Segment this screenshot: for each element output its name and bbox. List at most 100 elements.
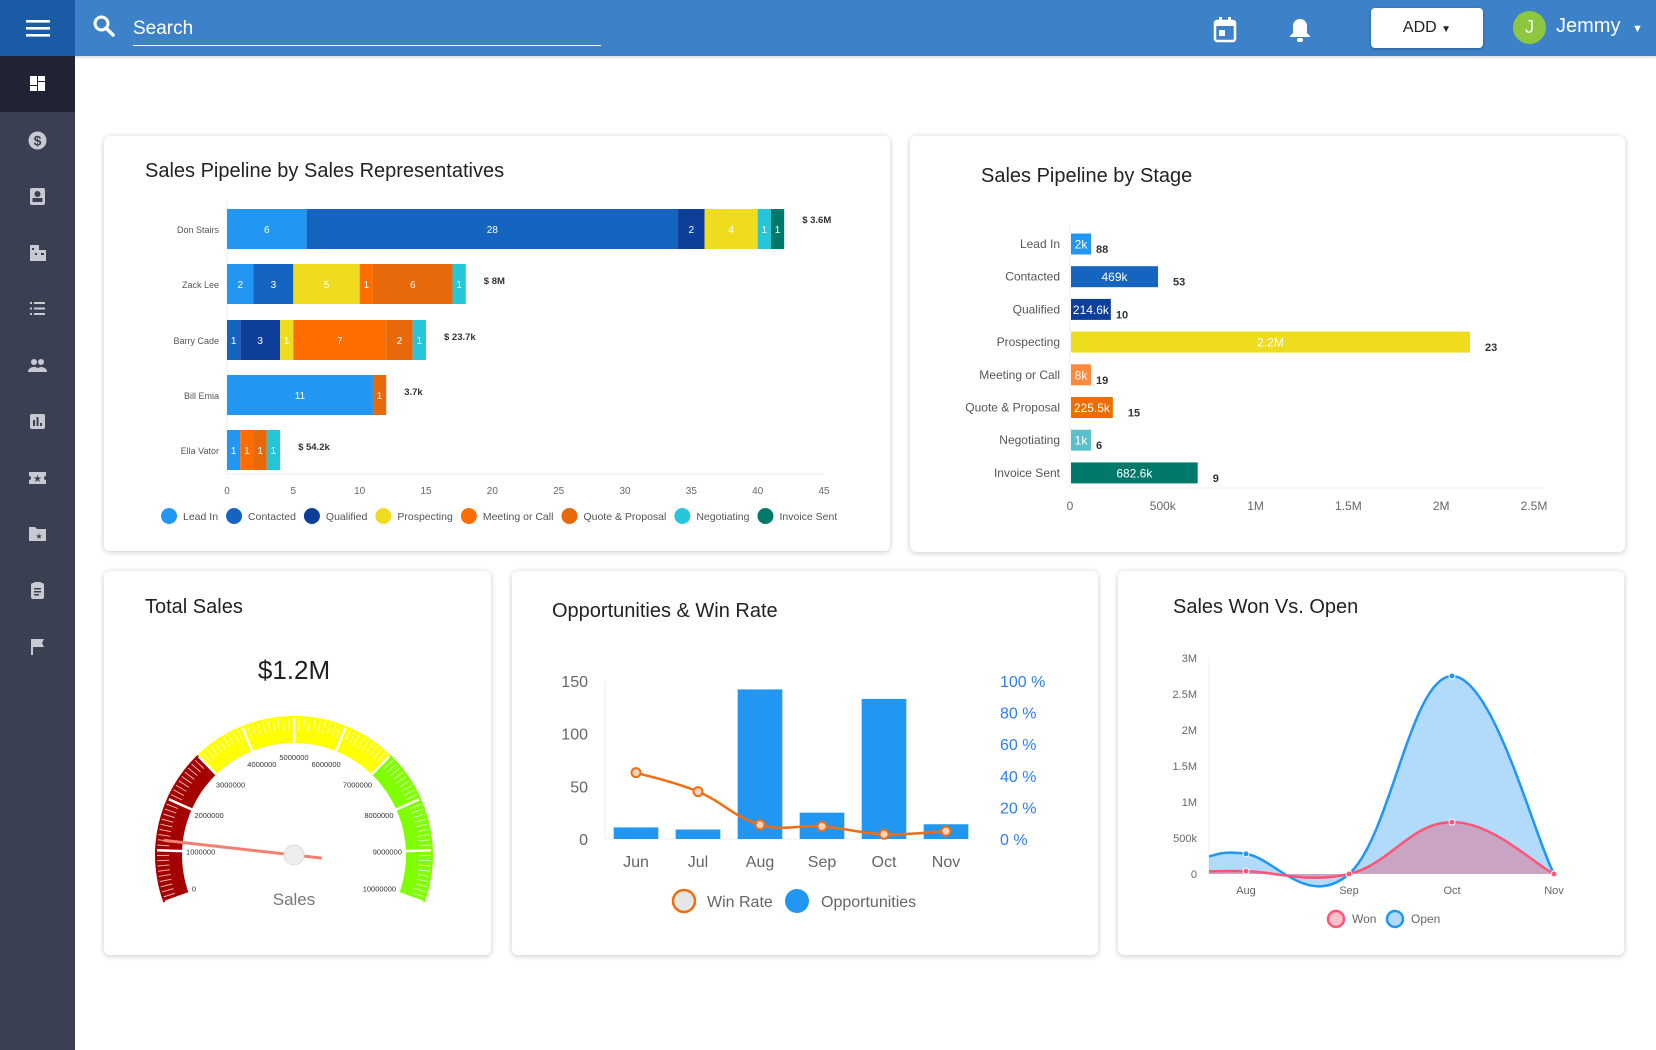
segment-label: 1 [762,225,768,236]
y-tick-label: 2M [1182,725,1197,737]
x-tick-label: Nov [932,854,960,871]
data-point [1448,672,1456,680]
menu-button[interactable] [0,0,75,56]
segment-label: 3 [271,280,277,291]
bar-chart-icon [30,414,45,429]
people-icon [28,359,47,372]
segment-label: 28 [487,225,499,236]
legend-label: Win Rate [707,894,773,911]
legend-label: Lead In [183,511,218,523]
gauge-tick [418,859,431,862]
stage-value-label: 682.6k [1116,466,1153,480]
segment-label: 1 [364,280,370,291]
reps-pipeline-card: Sales Pipeline by Sales Representatives … [104,136,890,551]
reps-pipeline-chart: 0 5 10 15 20 25 30 35 40 45Don Stairs 6 28 2 4 1 1$ 3.6… [161,202,837,524]
sidebar-item-ticket-star[interactable]: ★ [0,449,75,505]
gauge-tick [157,859,170,862]
total-label: $ 23.7k [444,332,476,343]
gauge-label: Sales [273,890,316,909]
dashboard-icon [30,76,45,91]
opportunity-bar [737,689,783,839]
dollar-icon: $ [28,131,47,150]
avatar[interactable]: J [1513,11,1546,44]
gauge-tick-label: 2000000 [194,811,223,820]
gauge-tick-label: 0 [192,885,196,894]
segment-label: 6 [410,280,416,291]
segment-label: 11 [295,391,306,402]
gauge-tick-label: 10000000 [363,885,396,894]
segment-label: 1 [231,336,237,347]
stage-count-label: 19 [1096,375,1108,387]
stage-count-label: 10 [1116,309,1128,321]
add-button[interactable]: ADD ▼ [1371,8,1483,48]
y-tick-label: 1.5M [1173,761,1197,773]
stage-count-label: 53 [1173,277,1185,289]
x-tick-label: Sep [1339,885,1359,897]
legend-label: Qualified [326,511,368,523]
total-label: $ 3.6M [802,215,831,226]
rep-label: Barry Cade [173,336,219,346]
opportunities-chart: 0 50 100 150 0 % 20 % 40 % 60 % 80 % 100 % Jun Jul A… [561,674,1045,914]
sidebar-item-clipboard[interactable] [0,562,75,618]
search-input[interactable] [133,12,601,46]
win-rate-point [754,819,766,831]
bell-icon[interactable] [1288,17,1312,43]
sidebar-item-folder-star[interactable]: ★ [0,505,75,561]
stage-value-label: 2k [1075,238,1089,252]
stage-label: Prospecting [997,335,1060,349]
contact-card-icon [30,188,45,205]
y-tick-label: 1M [1182,797,1197,809]
sidebar-item-dollar[interactable]: $ [0,112,75,168]
y-tick-label: 3M [1182,653,1197,665]
sidebar-item-list[interactable] [0,280,75,336]
segment-label: 3 [257,336,263,347]
total-label: 3.7k [404,387,423,398]
gauge-tick-label: 1000000 [186,848,215,857]
user-menu[interactable]: Jemmy ▼ [1556,15,1643,38]
opportunity-bar [613,827,659,839]
gauge-tick-label: 9000000 [373,848,402,857]
total-label: $ 54.2k [298,442,330,453]
stage-value-label: 469k [1102,270,1129,284]
win-rate-point [940,825,952,837]
stage-label: Quote & Proposal [965,401,1060,415]
sidebar-item-flag[interactable] [0,618,75,674]
sidebar: $ ★ ★ [0,56,75,1050]
sidebar-item-building[interactable] [0,224,75,280]
opportunity-bar [675,829,721,839]
y2-tick-label: 80 % [1000,706,1036,723]
sidebar-item-dashboard[interactable] [0,55,75,111]
gauge-tick-label: 6000000 [312,760,341,769]
legend-label: Open [1411,912,1440,926]
legend-swatch [674,508,691,524]
sidebar-item-bar-chart[interactable] [0,393,75,449]
segment-label: 1 [377,391,383,402]
gauge-hub [283,844,305,866]
win-rate-point [816,820,828,832]
stage-label: Qualified [1013,302,1060,316]
legend-label: Invoice Sent [779,511,837,523]
opportunity-bar [861,698,907,839]
y2-tick-label: 100 % [1000,674,1045,691]
y-tick-label: 150 [561,674,588,691]
stage-pipeline-chart: 0 500k 1M 1.5M 2M 2.5M Lead In 2k 88 Contacted 469… [965,224,1547,513]
y-tick-label: 50 [570,779,588,796]
legend-swatch [303,508,320,524]
stage-count-label: 23 [1485,342,1497,354]
gauge-tick-label: 5000000 [279,753,308,762]
sidebar-item-people[interactable] [0,337,75,393]
x-tick-label: 25 [553,486,565,497]
rep-label: Ella Vator [181,446,219,456]
data-point [1550,870,1558,878]
won-vs-open-card: Sales Won Vs. Open 0 500k 1M 1.5M 2M 2.5M 3M Au… [1118,571,1624,955]
sidebar-item-contact-card[interactable] [0,168,75,224]
calendar-icon[interactable] [1213,17,1237,43]
legend-label: Quote & Proposal [583,511,666,523]
legend-swatch [671,888,697,914]
segment-label: 1 [284,336,290,347]
legend-swatch [561,508,578,524]
legend-label: Meeting or Call [483,511,554,523]
search-icon[interactable] [92,14,116,38]
segment-label: 1 [231,446,237,457]
x-tick-label: 5 [291,486,297,497]
